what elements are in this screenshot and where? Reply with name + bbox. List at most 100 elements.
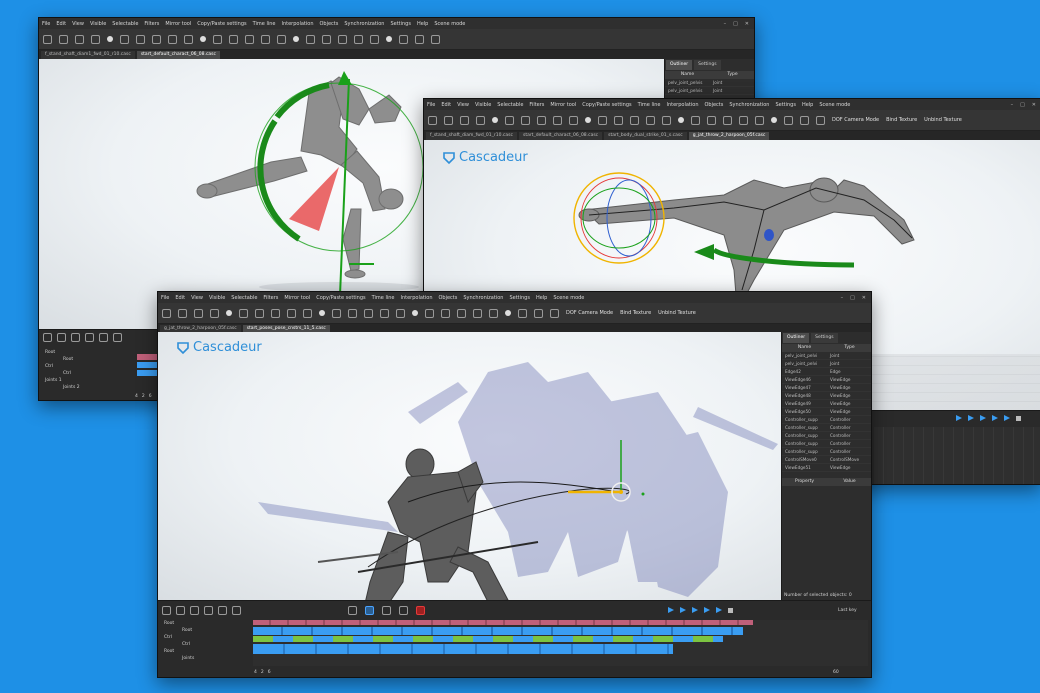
step-back-icon[interactable] bbox=[680, 607, 686, 613]
record-icon[interactable] bbox=[416, 606, 425, 615]
menu-item[interactable]: Selectable bbox=[231, 295, 257, 301]
frame-field[interactable]: 60 bbox=[833, 670, 839, 675]
toolbar-icon[interactable] bbox=[550, 308, 559, 318]
minimize-icon[interactable]: – bbox=[841, 295, 844, 301]
toolbar-icon[interactable] bbox=[136, 34, 145, 44]
viewport-3d[interactable]: Cascadeur bbox=[158, 332, 781, 600]
menu-item[interactable]: Filters bbox=[144, 21, 159, 27]
toolbar-icon[interactable] bbox=[585, 117, 591, 123]
menu-item[interactable]: Interpolation bbox=[281, 21, 313, 27]
toolbar-icon[interactable] bbox=[646, 115, 655, 125]
toolbar-icon[interactable] bbox=[431, 34, 440, 44]
side-tab[interactable]: Settings bbox=[694, 60, 721, 70]
page-number[interactable]: 6 bbox=[268, 670, 271, 675]
close-icon[interactable]: ✕ bbox=[1032, 102, 1036, 108]
outliner-row[interactable]: ViewEdge51 ViewEdge bbox=[782, 464, 871, 472]
toolbar-icon[interactable] bbox=[226, 310, 232, 316]
menu-item[interactable]: Edit bbox=[56, 21, 66, 27]
menu-item[interactable]: View bbox=[72, 21, 84, 27]
toolbar-icon[interactable] bbox=[43, 34, 52, 44]
toolbar-text[interactable]: Bind Texture bbox=[620, 310, 651, 316]
menu-item[interactable]: Time line bbox=[253, 21, 276, 27]
toolbar-icon[interactable] bbox=[322, 34, 331, 44]
menu-item[interactable]: Scene mode bbox=[434, 21, 465, 27]
timeline-tool-icon[interactable] bbox=[204, 606, 213, 615]
timeline-tool-icon[interactable] bbox=[113, 333, 122, 342]
menu-item[interactable]: Time line bbox=[372, 295, 395, 301]
menu-item[interactable]: Help bbox=[802, 102, 813, 108]
menu-item[interactable]: File bbox=[161, 295, 169, 301]
scene-tab[interactable]: start_default_charact_06_08.casc bbox=[136, 51, 221, 59]
close-icon[interactable]: ✕ bbox=[745, 21, 749, 27]
window-controls[interactable]: – □ ✕ bbox=[841, 295, 871, 301]
prev-key-icon[interactable] bbox=[956, 415, 962, 421]
scene-tab[interactable]: start_body_dual_strike_01_s.casc bbox=[604, 132, 687, 140]
toolbar-icon[interactable] bbox=[255, 308, 264, 318]
toolbar-icon[interactable] bbox=[168, 34, 177, 44]
toolbar-icon[interactable] bbox=[162, 308, 171, 318]
playback-controls[interactable] bbox=[956, 415, 1021, 421]
maximize-icon[interactable]: □ bbox=[733, 21, 738, 27]
track-label[interactable]: Root bbox=[45, 350, 55, 355]
timeline-tool-icon[interactable] bbox=[232, 606, 241, 615]
prev-key-icon[interactable] bbox=[668, 607, 674, 613]
menu-item[interactable]: Synchronization bbox=[463, 295, 503, 301]
toolbar-text[interactable]: Bind Texture bbox=[886, 117, 917, 123]
track-label[interactable]: Root bbox=[164, 649, 174, 654]
menu-item[interactable]: Scene mode bbox=[553, 295, 584, 301]
side-tab[interactable]: Outliner bbox=[666, 60, 693, 70]
toolbar-icon[interactable] bbox=[569, 115, 578, 125]
toolbar-icon[interactable] bbox=[354, 34, 363, 44]
toolbar-icon[interactable] bbox=[287, 308, 296, 318]
menu-item[interactable]: Interpolation bbox=[400, 295, 432, 301]
toolbar-icon[interactable] bbox=[338, 34, 347, 44]
track-label[interactable]: Root bbox=[63, 357, 73, 362]
page-number[interactable]: 4 bbox=[135, 394, 138, 399]
toolbar-icon[interactable] bbox=[415, 34, 424, 44]
step-back-icon[interactable] bbox=[968, 415, 974, 421]
track-label[interactable]: Joints 2 bbox=[63, 385, 80, 390]
toolbar-icon[interactable] bbox=[107, 36, 113, 42]
next-key-icon[interactable] bbox=[1004, 415, 1010, 421]
toolbar-icon[interactable] bbox=[412, 310, 418, 316]
toolbar-icon[interactable] bbox=[457, 308, 466, 318]
toolbar-icon[interactable] bbox=[200, 36, 206, 42]
toolbar-icon[interactable] bbox=[239, 308, 248, 318]
menu-item[interactable]: Edit bbox=[175, 295, 185, 301]
page-number[interactable]: 6 bbox=[149, 394, 152, 399]
toolbar-icon[interactable] bbox=[152, 34, 161, 44]
toolbar-icon[interactable] bbox=[428, 115, 437, 125]
menu-item[interactable]: Synchronization bbox=[729, 102, 769, 108]
menu-item[interactable]: Copy/Paste settings bbox=[582, 102, 631, 108]
outliner-row[interactable]: pelv_joint_pelvis Joint bbox=[665, 87, 754, 95]
outliner-row[interactable]: Controller_supp Controller bbox=[782, 448, 871, 456]
toolbar-icon[interactable] bbox=[630, 115, 639, 125]
track-label[interactable]: Root bbox=[164, 621, 174, 626]
menu-item[interactable]: Synchronization bbox=[344, 21, 384, 27]
toolbar-icon[interactable] bbox=[816, 115, 825, 125]
minimize-icon[interactable]: – bbox=[724, 21, 727, 27]
track-label[interactable]: Joints bbox=[182, 656, 194, 661]
menu-item[interactable]: View bbox=[457, 102, 469, 108]
menu-item[interactable]: Visible bbox=[475, 102, 491, 108]
key-filter-icon[interactable] bbox=[365, 606, 374, 615]
loop-icon[interactable] bbox=[728, 607, 733, 613]
toolbar-icon[interactable] bbox=[120, 34, 129, 44]
toolbar-text[interactable]: DOF Camera Mode bbox=[832, 117, 879, 123]
outliner-row[interactable]: ViewEdge50 ViewEdge bbox=[782, 408, 871, 416]
toolbar-icon[interactable] bbox=[553, 115, 562, 125]
step-forward-icon[interactable] bbox=[992, 415, 998, 421]
scene-tab[interactable]: g_jat_throw_2_harpoon_05f.casc bbox=[688, 132, 770, 140]
outliner-row[interactable]: Edge42 Edge bbox=[782, 368, 871, 376]
toolbar-icon[interactable] bbox=[332, 308, 341, 318]
toolbar-icon[interactable] bbox=[441, 308, 450, 318]
menu-item[interactable]: Settings bbox=[775, 102, 796, 108]
play-icon[interactable] bbox=[980, 415, 986, 421]
toolbar-icon[interactable] bbox=[473, 308, 482, 318]
outliner-row[interactable]: pelv_joint_pelvi Joint bbox=[782, 352, 871, 360]
toolbar-icon[interactable] bbox=[518, 308, 527, 318]
menu-item[interactable]: Objects bbox=[438, 295, 457, 301]
toolbar-icon[interactable] bbox=[245, 34, 254, 44]
toolbar-icon[interactable] bbox=[91, 34, 100, 44]
timeline-tool-icon[interactable] bbox=[176, 606, 185, 615]
